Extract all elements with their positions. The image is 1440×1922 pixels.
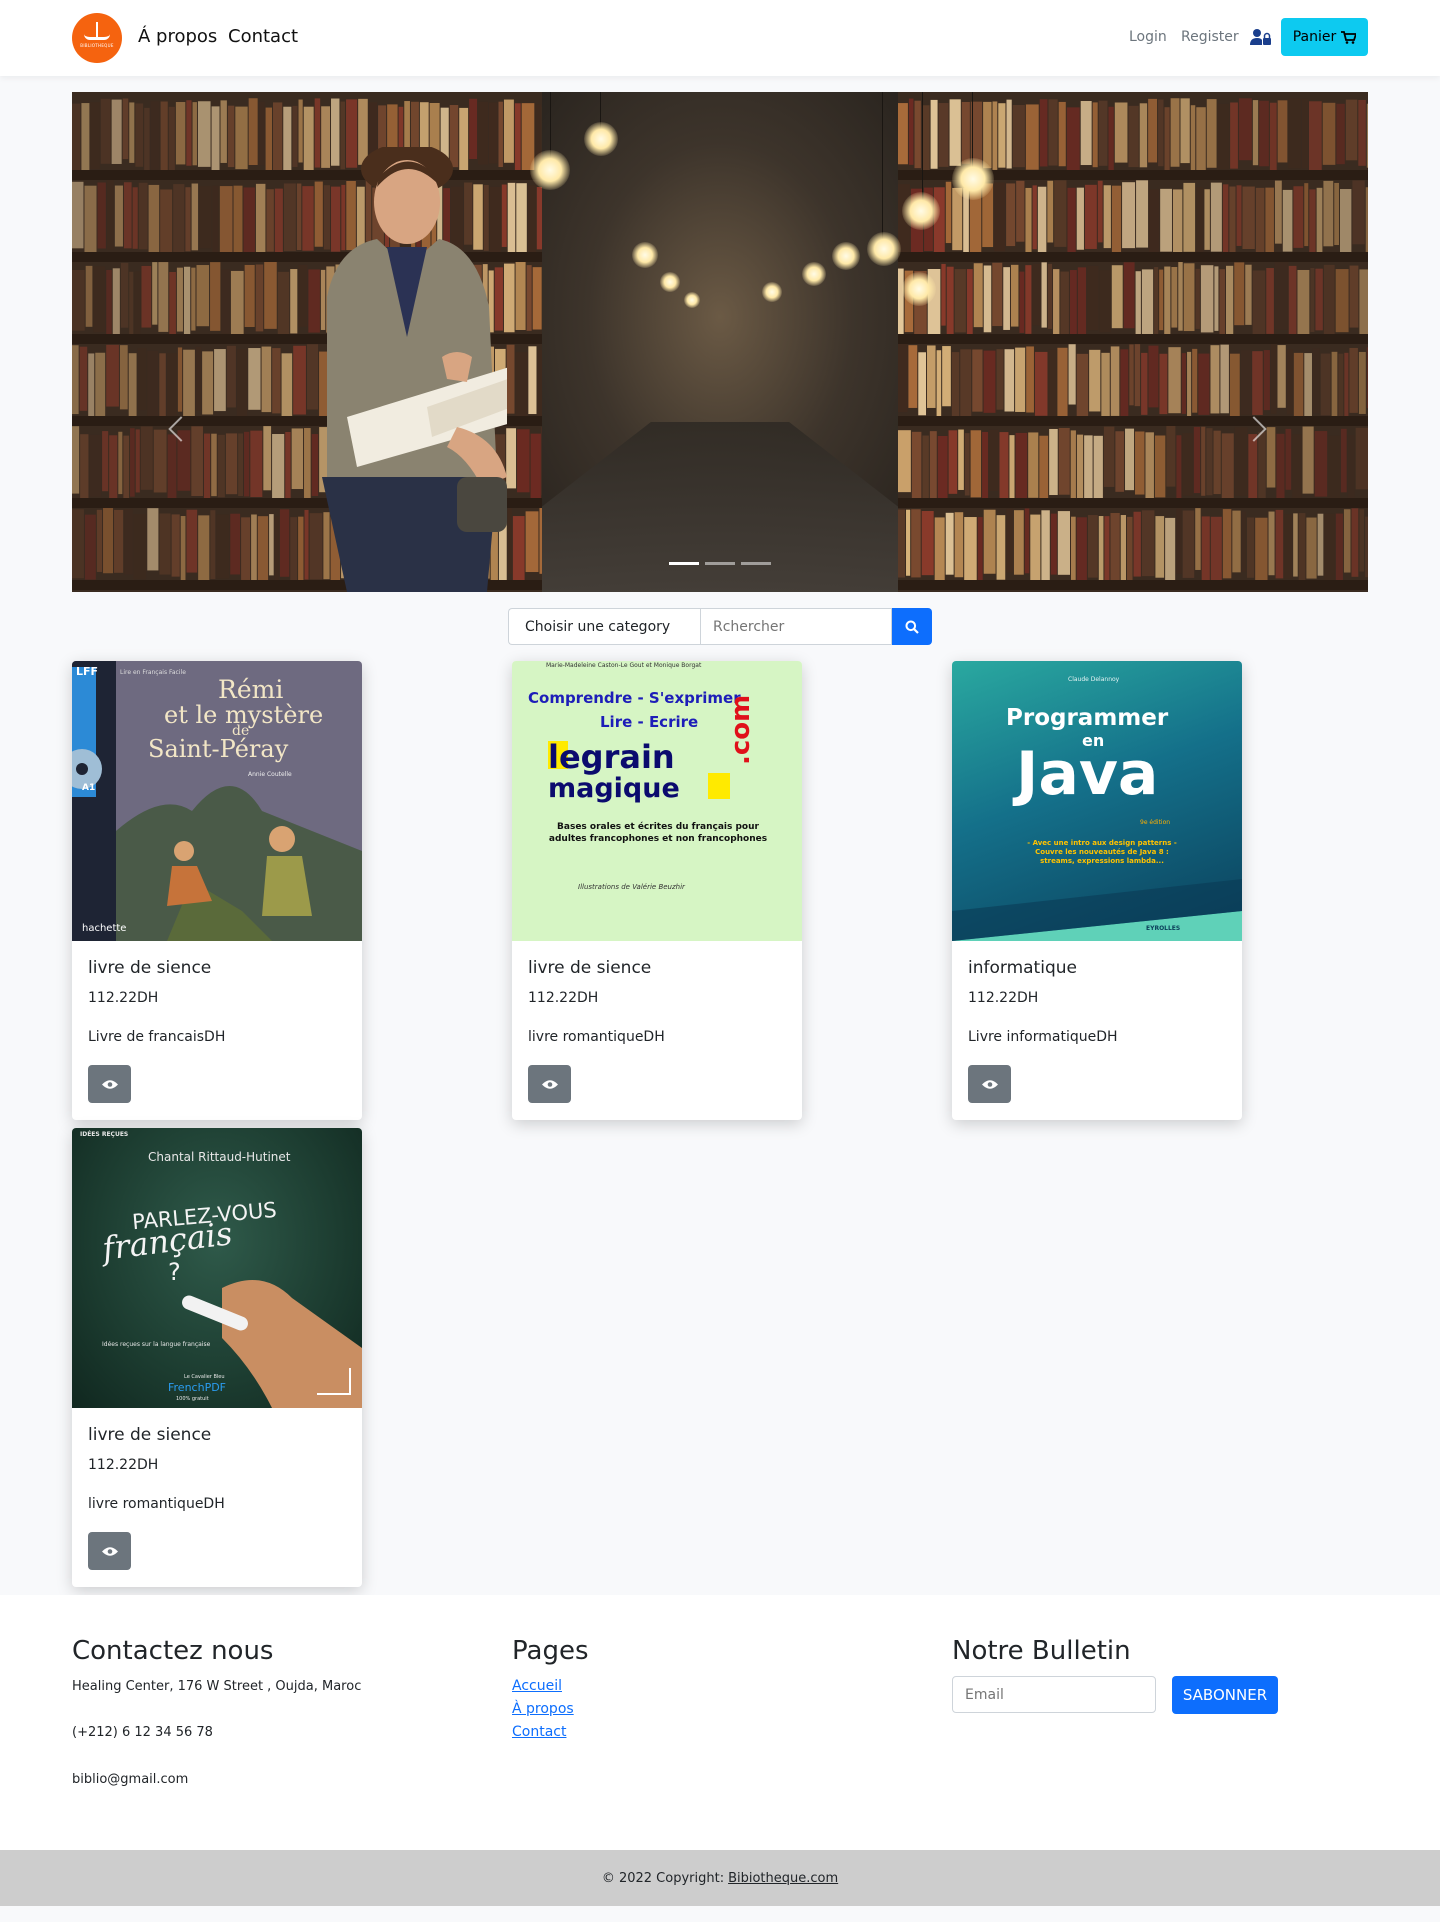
eye-icon xyxy=(981,1079,998,1089)
cover-top-text: Lire en Français Facile xyxy=(120,669,186,676)
cover-line: Java xyxy=(1016,739,1159,809)
view-book-button[interactable] xyxy=(88,1532,131,1570)
eye-icon xyxy=(101,1546,118,1556)
cart-button[interactable]: Panier xyxy=(1281,18,1368,56)
cover-title-line: Rémi xyxy=(218,675,284,704)
book-icon xyxy=(84,22,110,40)
contact-email: biblio@gmail.com xyxy=(72,1772,189,1787)
cover-dotcom: .com xyxy=(726,694,756,765)
cover-source-sub: 100% gratuit xyxy=(176,1396,209,1402)
copyright-bar: © 2022 Copyright: Bibiotheque.com xyxy=(0,1850,1440,1906)
book-title: informatique xyxy=(968,958,1077,978)
contact-address: Healing Center, 176 W Street , Oujda, Ma… xyxy=(72,1679,362,1694)
cover-level: A1 xyxy=(82,783,96,793)
book-title: livre de sience xyxy=(528,958,652,978)
cover-line: Comprendre - S'exprimer xyxy=(528,689,741,707)
cover-illustrator: Illustrations de Valérie Beuzhir xyxy=(578,883,685,891)
book-description: Livre de francaisDH xyxy=(88,1029,226,1045)
search-input[interactable] xyxy=(700,608,892,645)
book-cover: LFF Lire en Français Facile Rémi et le m… xyxy=(72,661,362,941)
login-link[interactable]: Login xyxy=(1129,29,1167,45)
eye-icon xyxy=(541,1079,558,1089)
book-card: IDÉES REÇUES Chantal Rittaud-Hutinet PAR… xyxy=(72,1128,362,1587)
cover-author: Chantal Rittaud-Hutinet xyxy=(148,1150,291,1164)
copyright-link[interactable]: Bibiotheque.com xyxy=(728,1871,838,1886)
book-card: Claude Delannoy Programmer en Java 9e éd… xyxy=(952,661,1242,1120)
carousel-indicator-2[interactable] xyxy=(705,562,735,565)
cover-brand: magique xyxy=(548,773,680,804)
cover-line: ? xyxy=(168,1258,181,1286)
book-description: livre romantiqueDH xyxy=(88,1496,225,1512)
book-price: 112.22DH xyxy=(88,990,159,1006)
cover-authors: Marie-Madeleine Caston-Le Gout et Moniqu… xyxy=(546,662,702,669)
cover-subtitle: Idées reçues sur la langue française xyxy=(102,1341,211,1348)
view-book-button[interactable] xyxy=(88,1065,131,1103)
contact-heading: Contactez nous xyxy=(72,1636,274,1666)
book-cover: Marie-Madeleine Caston-Le Gout et Moniqu… xyxy=(512,661,802,941)
carousel-indicator-1[interactable] xyxy=(669,562,699,565)
book-price: 112.22DH xyxy=(968,990,1039,1006)
copyright-text: © 2022 Copyright: xyxy=(601,1870,725,1886)
book-price: 112.22DH xyxy=(88,1457,159,1473)
carousel-indicator-3[interactable] xyxy=(741,562,771,565)
hero-carousel xyxy=(72,92,1368,592)
student-reading xyxy=(322,147,507,592)
cover-publisher: hachette xyxy=(82,923,127,934)
book-cover: IDÉES REÇUES Chantal Rittaud-Hutinet PAR… xyxy=(72,1128,362,1408)
book-title: livre de sience xyxy=(88,958,212,978)
book-price: 112.22DH xyxy=(528,990,599,1006)
book-title: livre de sience xyxy=(88,1425,212,1445)
logo[interactable]: BIBLIOTHEQUE xyxy=(72,13,122,63)
nav-link-contact[interactable]: Contact xyxy=(228,26,298,47)
search-button[interactable] xyxy=(892,608,932,645)
search-bar: Choisir une category xyxy=(508,608,932,645)
search-icon xyxy=(905,620,919,634)
category-select[interactable]: Choisir une category xyxy=(508,608,700,645)
nav-link-about[interactable]: Á propos xyxy=(138,26,217,47)
cover-line: Lire - Ecrire xyxy=(600,713,699,731)
cover-series: LFF xyxy=(76,665,99,678)
newsletter-email-input[interactable] xyxy=(952,1676,1156,1713)
footer xyxy=(0,1595,1440,1850)
view-book-button[interactable] xyxy=(968,1065,1011,1103)
book-card: Marie-Madeleine Caston-Le Gout et Moniqu… xyxy=(512,661,802,1120)
cart-label: Panier xyxy=(1292,29,1337,45)
logo-text: BIBLIOTHEQUE xyxy=(80,43,114,48)
book-card: LFF Lire en Français Facile Rémi et le m… xyxy=(72,661,362,1120)
contact-phone: (+212) 6 12 34 56 78 xyxy=(72,1725,213,1740)
cover-collection: Le Cavalier Bleu xyxy=(184,1374,225,1380)
cover-edition: 9e édition xyxy=(1140,819,1171,826)
cover-tagline: - Avec une intro aux design patterns - C… xyxy=(1027,839,1177,865)
footer-link-home[interactable]: Accueil xyxy=(512,1678,562,1694)
pages-heading: Pages xyxy=(512,1636,589,1666)
cover-subtitle: Bases orales et écrites du français pour… xyxy=(548,822,768,844)
book-description: Livre informatiqueDH xyxy=(968,1029,1118,1045)
bulletin-heading: Notre Bulletin xyxy=(952,1636,1131,1666)
cover-author: Annie Coutelle xyxy=(248,771,292,778)
register-link[interactable]: Register xyxy=(1181,29,1239,45)
footer-link-about[interactable]: À propos xyxy=(512,1701,574,1717)
footer-link-contact[interactable]: Contact xyxy=(512,1724,566,1740)
navbar: BIBLIOTHEQUE Á propos Contact Login Regi… xyxy=(0,0,1440,76)
view-book-button[interactable] xyxy=(528,1065,571,1103)
eye-icon xyxy=(101,1079,118,1089)
book-description: livre romantiqueDH xyxy=(528,1029,665,1045)
user-lock-icon[interactable] xyxy=(1250,27,1272,47)
cover-series: IDÉES REÇUES xyxy=(80,1131,129,1138)
cover-line: Programmer xyxy=(1006,705,1169,731)
cover-author: Claude Delannoy xyxy=(1068,676,1120,683)
cover-source: FrenchPDF xyxy=(168,1381,226,1394)
subscribe-button[interactable]: SABONNER xyxy=(1172,1676,1278,1714)
cover-brand: legrain xyxy=(548,738,675,776)
cart-icon xyxy=(1341,30,1357,44)
cover-publisher: EYROLLES xyxy=(1146,925,1181,932)
book-cover: Claude Delannoy Programmer en Java 9e éd… xyxy=(952,661,1242,941)
cover-title-line: Saint-Péray xyxy=(148,735,289,763)
